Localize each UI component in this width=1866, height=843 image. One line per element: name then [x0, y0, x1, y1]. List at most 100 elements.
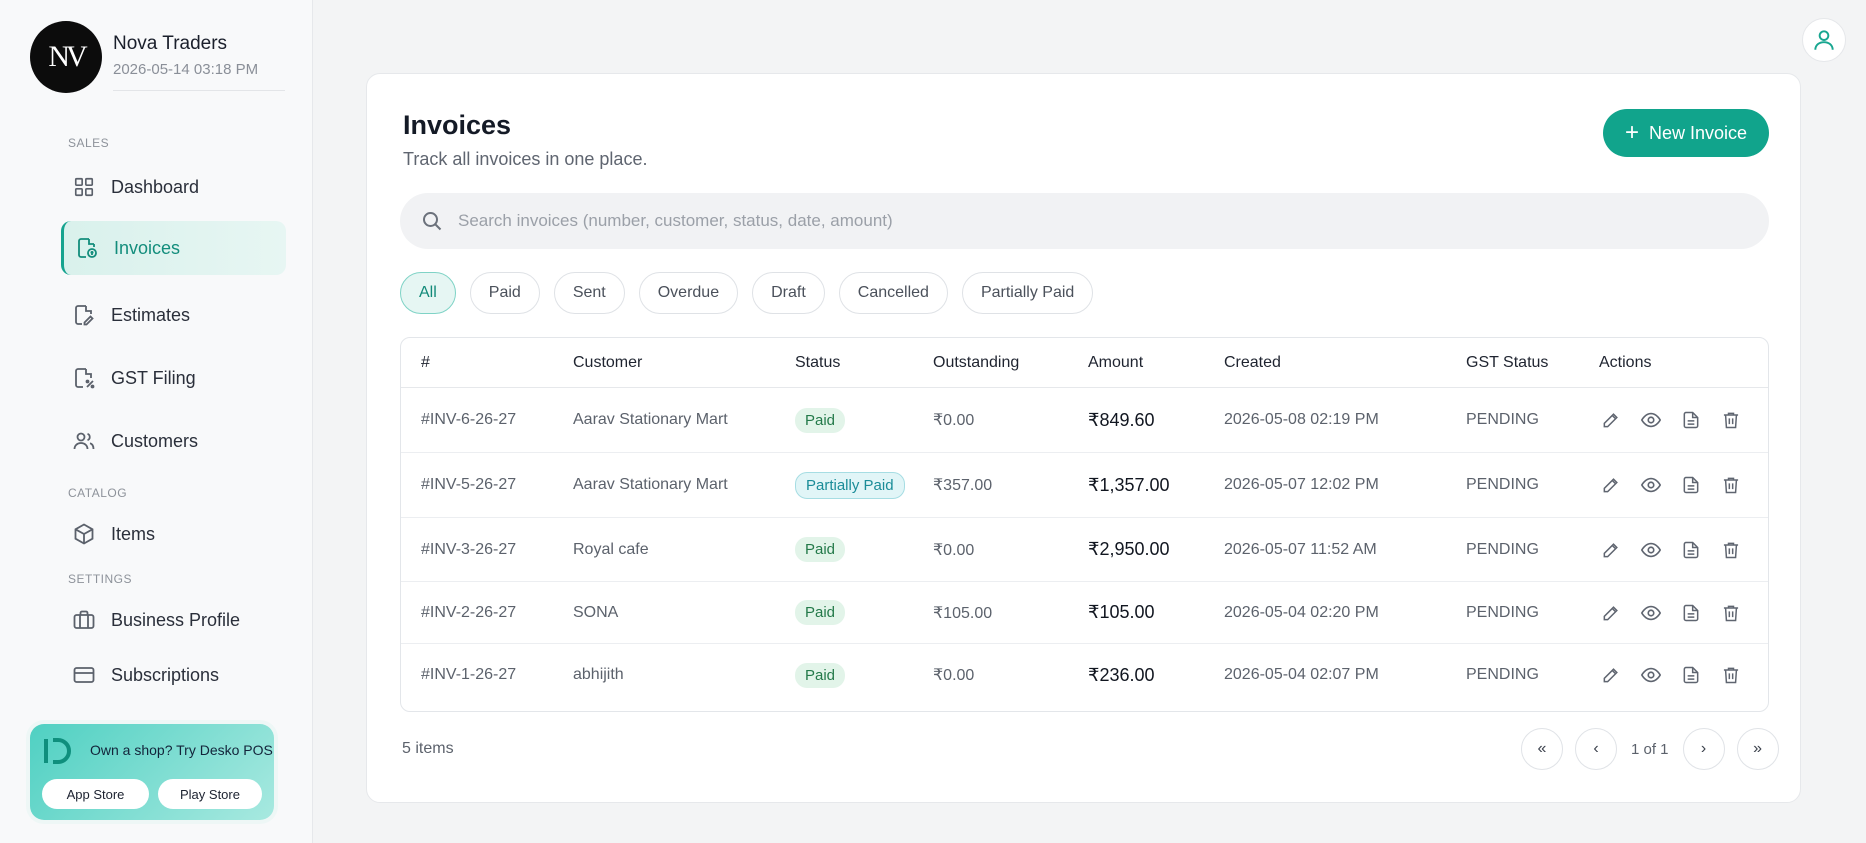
- edit-icon[interactable]: [1599, 473, 1623, 497]
- column-header: Customer: [573, 353, 643, 371]
- pagination: « ‹ 1 of 1 › »: [1521, 728, 1779, 770]
- table-row[interactable]: #INV-3-26-27 Royal cafe Paid ₹0.00 ₹2,950.00…: [401, 518, 1768, 582]
- users-icon: [71, 428, 97, 454]
- view-icon[interactable]: [1639, 601, 1663, 625]
- filter-paid[interactable]: Paid: [469, 272, 540, 314]
- view-icon[interactable]: [1639, 538, 1663, 562]
- column-header: GST Status: [1466, 353, 1549, 371]
- filter-partially-paid[interactable]: Partially Paid: [961, 272, 1094, 314]
- row-actions: [1599, 473, 1743, 497]
- outstanding-value: ₹357.00: [933, 477, 993, 494]
- invoice-number[interactable]: #INV-5-26-27: [421, 476, 516, 494]
- section-label-sales: SALES: [68, 136, 110, 150]
- view-icon[interactable]: [1639, 663, 1663, 687]
- filter-cancelled[interactable]: Cancelled: [838, 272, 948, 314]
- filter-sent[interactable]: Sent: [553, 272, 625, 314]
- app-store-button[interactable]: App Store: [42, 779, 149, 809]
- status-cell: Paid: [795, 600, 846, 625]
- invoice-number[interactable]: #INV-3-26-27: [421, 541, 516, 559]
- created-date: 2026-05-04 02:20 PM: [1224, 603, 1379, 621]
- desko-pos-promo: Own a shop? Try Desko POS App Store Play…: [30, 724, 274, 820]
- document-icon[interactable]: [1679, 663, 1703, 687]
- trash-icon[interactable]: [1719, 538, 1743, 562]
- column-header: Created: [1224, 353, 1281, 371]
- invoice-number[interactable]: #INV-1-26-27: [421, 666, 516, 684]
- trash-icon[interactable]: [1719, 473, 1743, 497]
- search-bar: [400, 193, 1769, 249]
- status-cell: Paid: [795, 662, 846, 688]
- filter-draft[interactable]: Draft: [752, 272, 825, 314]
- sidebar-item-business-profile[interactable]: Business Profile: [61, 593, 286, 647]
- amount-value: ₹1,357.00: [1088, 474, 1170, 495]
- user-avatar-button[interactable]: [1802, 18, 1846, 62]
- prev-page-button[interactable]: ‹: [1575, 728, 1617, 770]
- sidebar-item-invoices[interactable]: Invoices: [61, 221, 286, 275]
- sidebar-item-customers[interactable]: Customers: [61, 414, 286, 468]
- document-icon[interactable]: [1679, 473, 1703, 497]
- edit-icon[interactable]: [1599, 538, 1623, 562]
- sidebar-item-label: GST Filing: [111, 367, 196, 388]
- filter-all[interactable]: All: [400, 272, 456, 314]
- page-title: Invoices: [403, 110, 512, 140]
- sidebar-item-label: Dashboard: [111, 176, 200, 197]
- table-row[interactable]: #INV-1-26-27 abhijith Paid ₹0.00 ₹236.00 2026…: [401, 644, 1768, 706]
- column-header: Amount: [1088, 353, 1144, 371]
- percent-doc-icon: [71, 365, 97, 391]
- new-invoice-label: New Invoice: [1648, 122, 1748, 143]
- play-store-button[interactable]: Play Store: [158, 779, 262, 809]
- view-icon[interactable]: [1639, 473, 1663, 497]
- edit-icon[interactable]: [1599, 408, 1623, 432]
- sidebar-item-label: Subscriptions: [111, 664, 220, 685]
- page-subtitle: Track all invoices in one place.: [403, 149, 648, 169]
- document-icon[interactable]: [1679, 538, 1703, 562]
- edit-icon[interactable]: [1599, 601, 1623, 625]
- amount-value: ₹236.00: [1088, 664, 1155, 685]
- row-actions: [1599, 538, 1743, 562]
- section-label-settings: SETTINGS: [68, 572, 133, 586]
- outstanding-value: ₹105.00: [933, 604, 993, 622]
- status-badge: Paid: [795, 407, 846, 433]
- invoices-card: Invoices Track all invoices in one place…: [366, 73, 1801, 803]
- desko-logo-icon: [42, 736, 72, 766]
- view-icon[interactable]: [1639, 408, 1663, 432]
- trash-icon[interactable]: [1719, 663, 1743, 687]
- outstanding-value: ₹0.00: [933, 667, 975, 684]
- new-invoice-button[interactable]: + New Invoice: [1603, 109, 1769, 157]
- next-page-button[interactable]: ›: [1682, 728, 1725, 770]
- trash-icon[interactable]: [1719, 601, 1743, 625]
- invoices-table: # Customer Status Outstanding Amount Cre…: [400, 337, 1769, 712]
- business-logo: NV: [30, 21, 102, 93]
- sidebar-item-label: Invoices: [114, 237, 181, 258]
- sidebar-item-items[interactable]: Items: [61, 507, 286, 561]
- edit-icon[interactable]: [1599, 663, 1623, 687]
- column-header: #: [421, 353, 430, 371]
- search-input[interactable]: [458, 211, 1738, 231]
- sidebar-item-label: Estimates: [111, 304, 191, 325]
- table-row[interactable]: #INV-6-26-27 Aarav Stationary Mart Paid ₹0.…: [401, 388, 1768, 453]
- customer-name: Aarav Stationary Mart: [573, 411, 728, 428]
- section-label-catalog: CATALOG: [68, 486, 128, 500]
- trash-icon[interactable]: [1719, 408, 1743, 432]
- sidebar-item-dashboard[interactable]: Dashboard: [61, 160, 286, 214]
- document-icon[interactable]: [1679, 408, 1703, 432]
- sidebar-item-label: Items: [111, 523, 156, 544]
- estimate-icon: [71, 302, 97, 328]
- last-page-button[interactable]: »: [1736, 728, 1779, 770]
- first-page-button[interactable]: «: [1521, 728, 1563, 770]
- table-row[interactable]: #INV-5-26-27 Aarav Stationary Mart Partial…: [401, 453, 1768, 518]
- gst-status: PENDING: [1466, 411, 1539, 428]
- invoice-number[interactable]: #INV-6-26-27: [421, 411, 516, 429]
- sidebar-item-gst-filing[interactable]: GST Filing: [61, 351, 286, 405]
- sidebar-item-subscriptions[interactable]: Subscriptions: [61, 648, 286, 702]
- amount-value: ₹849.60: [1088, 409, 1155, 430]
- invoice-number[interactable]: #INV-2-26-27: [421, 604, 516, 622]
- filter-overdue[interactable]: Overdue: [638, 272, 739, 314]
- gst-status: PENDING: [1466, 476, 1539, 493]
- outstanding-value: ₹0.00: [933, 412, 975, 429]
- document-icon[interactable]: [1679, 601, 1703, 625]
- plus-icon: +: [1624, 119, 1639, 146]
- status-cell: Paid: [795, 537, 846, 562]
- sidebar-item-estimates[interactable]: Estimates: [61, 288, 286, 342]
- status-cell: Partially Paid: [795, 471, 905, 499]
- table-row[interactable]: #INV-2-26-27 SONA Paid ₹105.00 ₹105.00 2026-0…: [401, 582, 1768, 644]
